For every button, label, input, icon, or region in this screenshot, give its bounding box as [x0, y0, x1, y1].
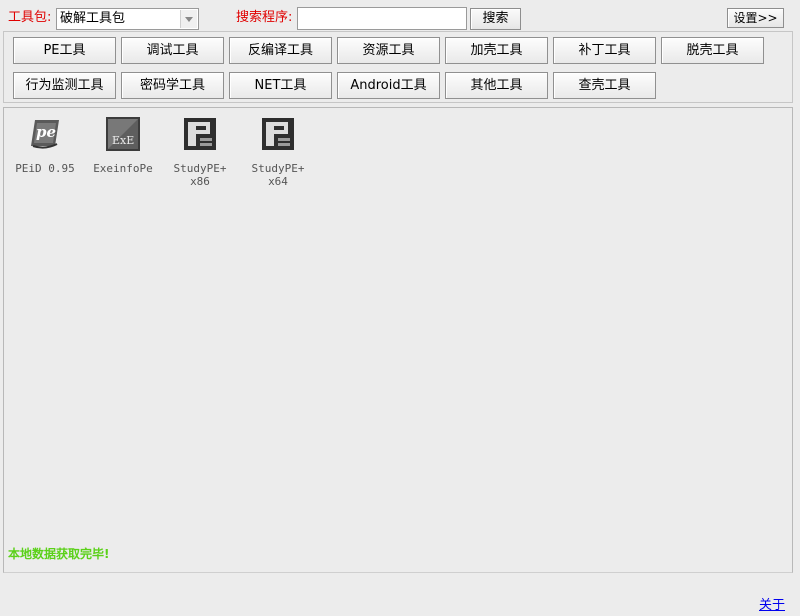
- tool-name-line1: StudyPE+: [251, 162, 305, 175]
- about-link[interactable]: 关于: [759, 594, 785, 613]
- category-label: 其他工具: [470, 78, 523, 93]
- svg-text:pe: pe: [36, 123, 56, 141]
- svg-text:ExE: ExE: [112, 134, 134, 147]
- exeinfope-icon: ExE: [106, 117, 140, 151]
- category-label: Android工具: [350, 78, 427, 93]
- studype-icon: [184, 118, 216, 150]
- search-button[interactable]: 搜索: [470, 8, 521, 30]
- category-crypto-tools[interactable]: 密码学工具: [121, 72, 224, 99]
- top-toolbar: 工具包: 破解工具包 搜索程序: 搜索 设置>>: [0, 0, 800, 32]
- toolkit-select-value: 破解工具包: [60, 11, 126, 26]
- category-debug-tools[interactable]: 调试工具: [121, 37, 224, 64]
- settings-button[interactable]: 设置>>: [727, 8, 784, 28]
- status-message: 本地数据获取完毕!: [8, 547, 110, 561]
- category-resource-tools[interactable]: 资源工具: [337, 37, 440, 64]
- search-label: 搜索程序:: [236, 10, 293, 25]
- studype-icon: [262, 118, 294, 150]
- category-label: 资源工具: [362, 43, 415, 58]
- category-android-tools[interactable]: Android工具: [337, 72, 440, 99]
- category-label: 反编译工具: [247, 43, 313, 58]
- tool-item-peid[interactable]: pe PEiD 0.95: [6, 116, 84, 175]
- category-label: PE工具: [43, 43, 86, 58]
- toolkit-select[interactable]: 破解工具包: [56, 8, 199, 30]
- category-unpack-tools[interactable]: 脱壳工具: [661, 37, 764, 64]
- category-behavior-monitor-tools[interactable]: 行为监测工具: [13, 72, 116, 99]
- chevron-down-icon[interactable]: [180, 10, 197, 28]
- tool-name: ExeinfoPe: [93, 162, 153, 175]
- category-label: 调试工具: [146, 43, 199, 58]
- category-label: NET工具: [254, 78, 307, 93]
- tool-item-studype-x64[interactable]: StudyPE+ x64: [239, 116, 317, 188]
- category-packer-tools[interactable]: 加壳工具: [445, 37, 548, 64]
- category-label: 行为监测工具: [25, 78, 104, 93]
- peid-icon: pe: [31, 120, 59, 149]
- category-label: 查壳工具: [578, 78, 631, 93]
- category-pe-tools[interactable]: PE工具: [13, 37, 116, 64]
- category-label: 加壳工具: [470, 43, 523, 58]
- tool-name: PEiD 0.95: [15, 162, 75, 175]
- category-label: 补丁工具: [578, 43, 631, 58]
- category-detect-packer-tools[interactable]: 查壳工具: [553, 72, 656, 99]
- category-patch-tools[interactable]: 补丁工具: [553, 37, 656, 64]
- category-label: 密码学工具: [139, 78, 205, 93]
- tool-item-studype-x86[interactable]: StudyPE+ x86: [161, 116, 239, 188]
- category-net-tools[interactable]: NET工具: [229, 72, 332, 99]
- category-other-tools[interactable]: 其他工具: [445, 72, 548, 99]
- search-input[interactable]: [297, 7, 467, 30]
- category-label: 脱壳工具: [686, 43, 739, 58]
- toolkit-label: 工具包:: [8, 10, 52, 25]
- category-panel: PE工具 调试工具 反编译工具 资源工具 加壳工具 补丁工具 脱壳工具 行为监测…: [3, 31, 793, 103]
- tool-item-exeinfope[interactable]: ExE ExeinfoPe: [84, 116, 162, 175]
- category-decompile-tools[interactable]: 反编译工具: [229, 37, 332, 64]
- tool-name-line2: x86: [190, 175, 210, 188]
- tools-panel: pe PEiD 0.95 ExE ExeinfoPe StudyPE+ x86: [3, 107, 793, 573]
- tool-name-line1: StudyPE+: [173, 162, 227, 175]
- tool-name-line2: x64: [268, 175, 288, 188]
